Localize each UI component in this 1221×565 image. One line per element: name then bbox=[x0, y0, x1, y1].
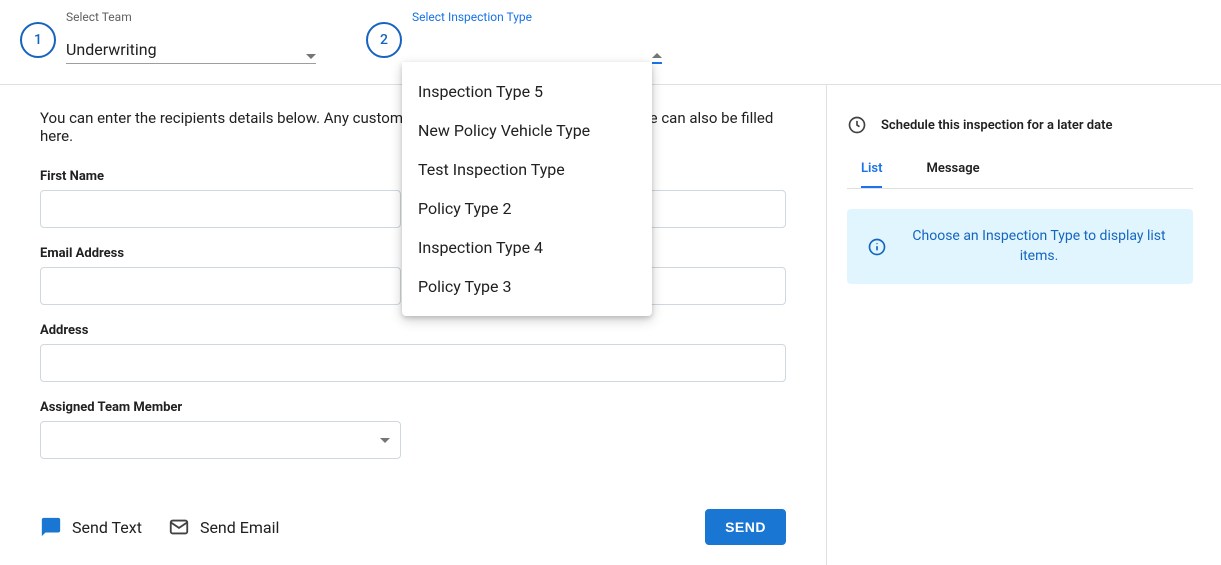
team-select-value: Underwriting bbox=[66, 40, 157, 59]
chat-bubble-icon bbox=[40, 516, 62, 538]
caret-down-icon bbox=[306, 54, 316, 59]
dropdown-option[interactable]: Inspection Type 5 bbox=[402, 72, 652, 111]
step-select-inspection-type: 2 Select Inspection Type bbox=[366, 10, 662, 64]
info-panel: Choose an Inspection Type to display lis… bbox=[847, 209, 1193, 284]
clock-icon bbox=[847, 115, 867, 135]
step-1-label: Select Team bbox=[66, 10, 316, 24]
step-select-team: 1 Select Team Underwriting bbox=[20, 10, 316, 64]
send-text-label: Send Text bbox=[72, 518, 142, 537]
first-name-label: First Name bbox=[40, 169, 401, 184]
tab-list[interactable]: List bbox=[861, 161, 882, 188]
step-2-badge: 2 bbox=[366, 22, 402, 58]
first-name-input[interactable] bbox=[40, 190, 401, 228]
dropdown-option[interactable]: Test Inspection Type bbox=[402, 150, 652, 189]
address-input[interactable] bbox=[40, 344, 786, 382]
schedule-later-label: Schedule this inspection for a later dat… bbox=[881, 118, 1112, 133]
send-text-toggle[interactable]: Send Text bbox=[40, 516, 142, 538]
step-1-badge: 1 bbox=[20, 22, 56, 58]
tab-message[interactable]: Message bbox=[926, 161, 979, 188]
dropdown-option[interactable]: Inspection Type 4 bbox=[402, 228, 652, 267]
dropdown-option[interactable]: Policy Type 3 bbox=[402, 267, 652, 306]
inspection-type-dropdown: Inspection Type 5 New Policy Vehicle Typ… bbox=[402, 62, 652, 316]
email-label: Email Address bbox=[40, 246, 401, 261]
assigned-label: Assigned Team Member bbox=[40, 400, 401, 415]
send-button[interactable]: SEND bbox=[705, 509, 786, 545]
send-email-toggle[interactable]: Send Email bbox=[168, 516, 279, 538]
email-input[interactable] bbox=[40, 267, 401, 305]
sidebar-tabs: List Message bbox=[847, 161, 1193, 189]
envelope-icon bbox=[168, 516, 190, 538]
schedule-later[interactable]: Schedule this inspection for a later dat… bbox=[847, 115, 1193, 135]
caret-down-icon bbox=[380, 438, 390, 443]
send-email-label: Send Email bbox=[200, 518, 279, 537]
dropdown-option[interactable]: Policy Type 2 bbox=[402, 189, 652, 228]
team-select[interactable]: Underwriting bbox=[66, 28, 316, 64]
info-message: Choose an Inspection Type to display lis… bbox=[905, 227, 1173, 266]
address-label: Address bbox=[40, 323, 786, 338]
info-icon bbox=[867, 237, 887, 257]
caret-up-icon bbox=[652, 53, 662, 58]
step-2-label: Select Inspection Type bbox=[412, 10, 662, 24]
sidebar: Schedule this inspection for a later dat… bbox=[827, 85, 1221, 565]
dropdown-option[interactable]: New Policy Vehicle Type bbox=[402, 111, 652, 150]
assigned-select[interactable] bbox=[40, 421, 401, 459]
inspection-type-select[interactable] bbox=[412, 28, 662, 64]
